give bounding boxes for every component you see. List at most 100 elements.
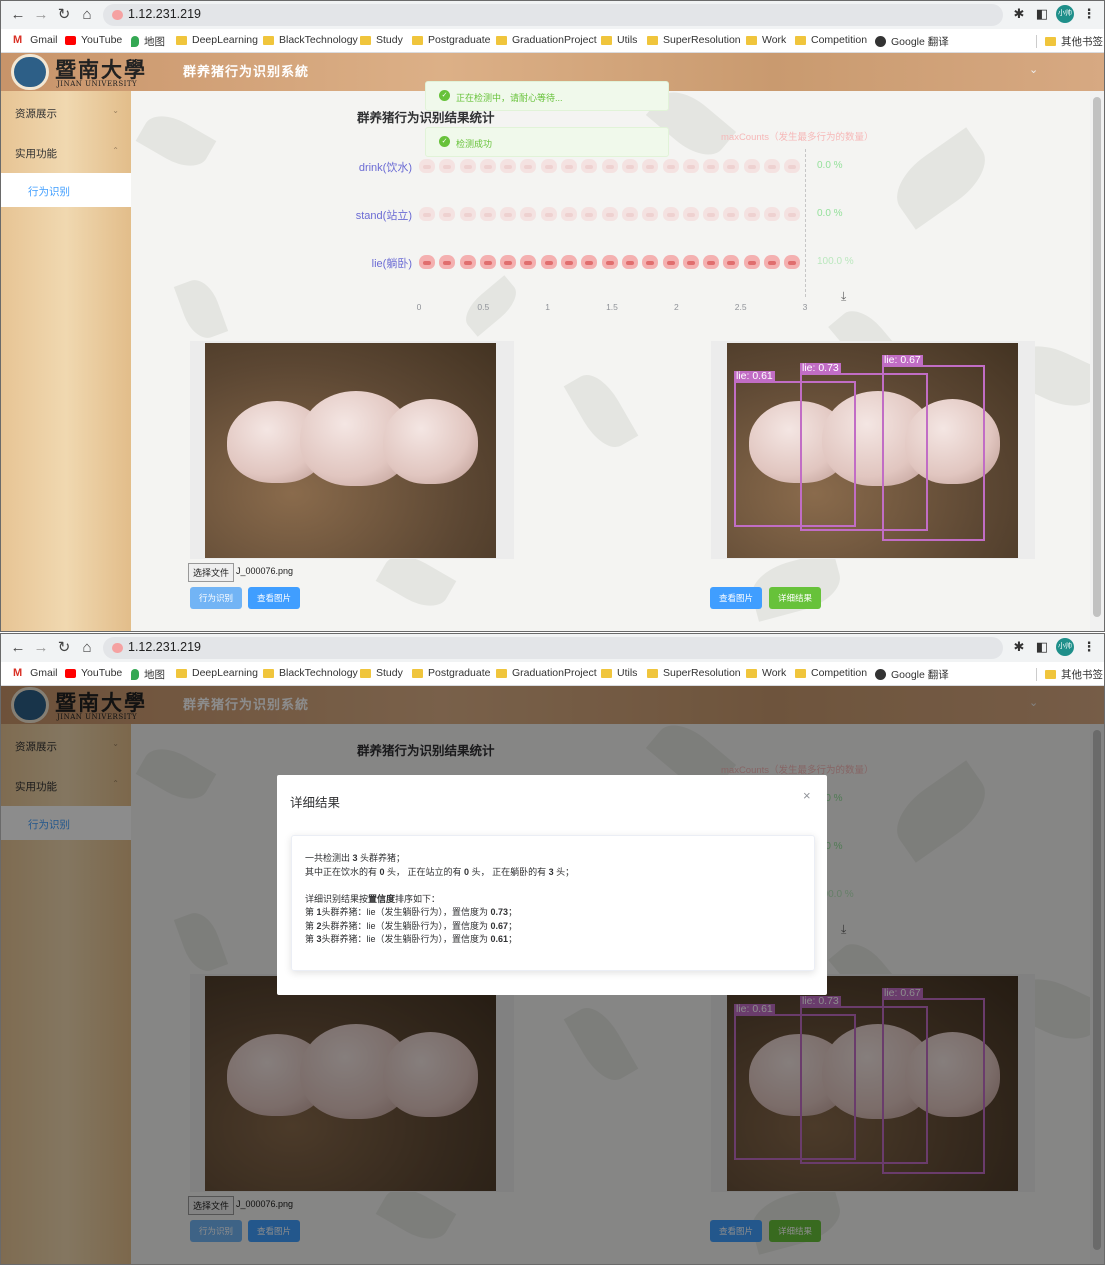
browser-menu-icon[interactable]: ⋮ <box>1081 6 1097 22</box>
bookmark-graduationproject[interactable]: GraduationProject <box>496 34 597 46</box>
leaf-decoration <box>173 274 229 344</box>
youtube-icon <box>65 668 76 678</box>
back-arrow-icon[interactable]: ← <box>9 5 27 25</box>
url-text: 1.12.231.219 <box>128 640 201 654</box>
pig-symbol-bar[interactable] <box>419 207 801 221</box>
sidebar-item-functions[interactable]: 实用功能 ⌃ <box>1 131 131 171</box>
breakdown-text: 头， 正在躺卧的有 <box>469 866 549 877</box>
pig-symbol-icon <box>682 255 699 269</box>
bookmark-maps[interactable]: 地图 <box>131 34 165 49</box>
folder-icon <box>795 668 806 678</box>
bookmark-competition[interactable]: Competition <box>795 667 867 679</box>
reload-icon[interactable]: ↻ <box>55 5 73 25</box>
browser-menu-icon[interactable]: ⋮ <box>1081 639 1097 655</box>
bookmark-label: Gmail <box>30 34 58 46</box>
bookmark-superresolution[interactable]: SuperResolution <box>647 667 741 679</box>
rank-prefix: 第 <box>305 907 317 917</box>
side-panel-icon[interactable]: ◧ <box>1034 6 1050 22</box>
bookmark-competition[interactable]: Competition <box>795 34 867 46</box>
side-panel-icon[interactable]: ◧ <box>1034 639 1050 655</box>
bookmark-other[interactable]: 其他书签 <box>1045 34 1103 49</box>
bookmark-youtube[interactable]: YouTube <box>65 667 122 679</box>
bookmark-youtube[interactable]: YouTube <box>65 34 122 46</box>
bookmark-label: GraduationProject <box>512 667 597 679</box>
bookmark-google-translate[interactable]: Google 翻译 <box>875 34 949 49</box>
x-tick-label: 0 <box>416 302 422 312</box>
detecting-message: ✓ 正在检测中，请耐心等待... <box>425 81 669 111</box>
bookmark-label: DeepLearning <box>192 34 258 46</box>
chevron-down-icon[interactable]: ⌄ <box>1029 63 1038 76</box>
choose-file-button[interactable]: 选择文件 <box>188 563 235 582</box>
reload-icon[interactable]: ↻ <box>55 638 73 658</box>
summary-text: 一共检测出 <box>305 853 353 863</box>
close-icon[interactable]: × <box>803 788 811 803</box>
pig-symbol-bar[interactable] <box>419 255 801 269</box>
bookmark-maps[interactable]: 地图 <box>131 667 165 682</box>
forward-arrow-icon[interactable]: → <box>32 5 50 25</box>
bookmark-utils[interactable]: Utils <box>601 34 637 46</box>
view-result-image-button[interactable]: 查看图片 <box>710 587 762 609</box>
bookmark-google-translate[interactable]: Google 翻译 <box>875 667 949 682</box>
bookmark-postgraduate[interactable]: Postgraduate <box>412 34 490 46</box>
bookmark-blacktechnology[interactable]: BlackTechnology <box>263 34 358 46</box>
bookmark-study[interactable]: Study <box>360 667 403 679</box>
sidebar-item-behavior-recognition[interactable]: 行为识别 <box>1 173 131 207</box>
bookmark-blacktechnology[interactable]: BlackTechnology <box>263 667 358 679</box>
profile-avatar[interactable]: 小帅 <box>1056 5 1074 23</box>
bookmark-postgraduate[interactable]: Postgraduate <box>412 667 490 679</box>
sidebar: 资源展示 ⌄ 实用功能 ⌃ 行为识别 <box>1 91 131 631</box>
extensions-puzzle-icon[interactable]: ✱ <box>1011 639 1027 655</box>
leaf-decoration <box>135 106 217 176</box>
sidebar-item-resources[interactable]: 资源展示 ⌄ <box>1 91 131 131</box>
view-input-image-button[interactable]: 查看图片 <box>248 587 300 609</box>
bookmark-utils[interactable]: Utils <box>601 667 637 679</box>
pig-symbol-icon <box>764 255 781 269</box>
back-arrow-icon[interactable]: ← <box>9 638 27 658</box>
maps-pin-icon <box>131 36 139 47</box>
detect-button[interactable]: 行为识别 <box>190 587 242 609</box>
folder-icon <box>263 35 274 45</box>
home-icon[interactable]: ⌂ <box>78 5 96 25</box>
bounding-box <box>882 365 985 541</box>
confidence-value: 0.73 <box>490 907 509 917</box>
scrollbar-thumb[interactable] <box>1093 97 1101 617</box>
bookmark-gmail[interactable]: M Gmail <box>13 667 58 679</box>
pig-symbol-icon <box>601 207 618 221</box>
profile-avatar[interactable]: 小帅 <box>1056 638 1074 656</box>
download-icon[interactable]: ⤓ <box>841 289 846 304</box>
bookmark-deeplearning[interactable]: DeepLearning <box>176 34 258 46</box>
bookmark-work[interactable]: Work <box>746 667 786 679</box>
system-title: 群养猪行为识别系統 <box>183 65 310 80</box>
bookmark-work[interactable]: Work <box>746 34 786 46</box>
bookmark-graduationproject[interactable]: GraduationProject <box>496 667 597 679</box>
pig-symbol-icon <box>723 159 740 173</box>
detail-text: 排序如下： <box>395 893 441 904</box>
forward-arrow-icon[interactable]: → <box>32 638 50 658</box>
pig-symbol-icon <box>540 255 557 269</box>
address-bar[interactable]: 1.12.231.219 <box>103 637 1003 659</box>
bookmark-deeplearning[interactable]: DeepLearning <box>176 667 258 679</box>
url-text: 1.12.231.219 <box>128 7 201 21</box>
pig-symbol-icon <box>682 159 699 173</box>
gmail-icon: M <box>13 667 23 679</box>
message-text: 检测成功 <box>456 139 493 149</box>
detail-heading: 详细识别结果按置信度排序如下： <box>305 893 814 907</box>
pig-symbol-icon <box>520 159 537 173</box>
pig-symbol-icon <box>540 207 557 221</box>
bookmark-gmail[interactable]: M Gmail <box>13 34 58 46</box>
bookmark-superresolution[interactable]: SuperResolution <box>647 34 741 46</box>
bookmark-label: Competition <box>811 34 868 46</box>
chart-legend[interactable]: maxCounts（发生最多行为的数量） <box>721 129 874 143</box>
home-icon[interactable]: ⌂ <box>78 638 96 658</box>
address-bar[interactable]: 1.12.231.219 <box>103 4 1003 26</box>
page-scrollbar[interactable] <box>1090 91 1104 631</box>
bookmark-other[interactable]: 其他书签 <box>1045 667 1103 682</box>
pig-symbol-bar[interactable] <box>419 159 801 173</box>
bookmarks-divider <box>1036 35 1037 48</box>
breakdown-line: 其中正在饮水的有 0 头， 正在站立的有 0 头， 正在躺卧的有 3 头； <box>305 866 814 880</box>
extensions-puzzle-icon[interactable]: ✱ <box>1011 6 1027 22</box>
details-button[interactable]: 详细结果 <box>769 587 821 609</box>
folder-icon <box>360 35 371 45</box>
bookmark-study[interactable]: Study <box>360 34 403 46</box>
chevron-down-icon: ⌄ <box>112 106 119 115</box>
